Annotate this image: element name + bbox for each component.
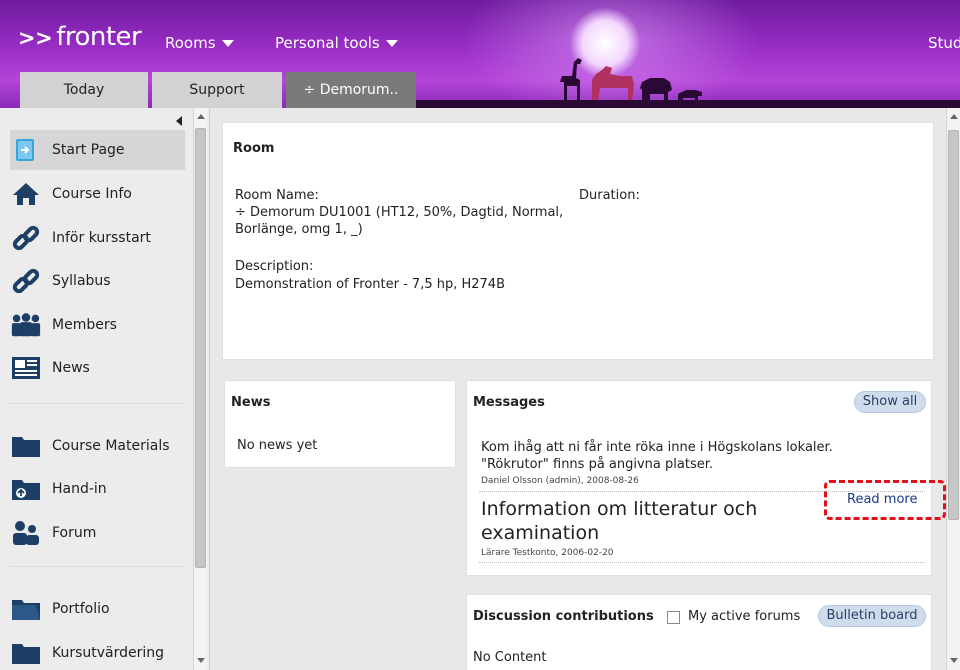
room-name-value: ÷ Demorum DU1001 (HT12, 50%, Dagtid, Nor…	[235, 205, 564, 220]
news-panel: News No news yet	[224, 380, 456, 468]
sidebar-item-forum[interactable]: Forum	[10, 513, 185, 553]
scrollbar-thumb[interactable]	[948, 130, 959, 520]
main-scrollbar[interactable]	[946, 108, 960, 670]
sidebar-item-portfolio[interactable]: Portfolio	[10, 589, 185, 629]
hand-in-folder-icon	[10, 474, 42, 504]
scrollbar-thumb[interactable]	[195, 128, 206, 568]
top-banner: >> fronter Rooms Personal tools Stud Toda…	[0, 0, 960, 108]
my-active-forums-label[interactable]: My active forums	[688, 608, 800, 625]
scroll-down-icon[interactable]	[197, 658, 205, 663]
fronter-logo[interactable]: >> fronter	[18, 22, 142, 52]
read-more-label[interactable]: Read more	[847, 492, 917, 507]
message-title[interactable]: Information om litteratur och	[481, 497, 757, 521]
link-icon	[10, 223, 42, 253]
sidebar-item-label: Kursutvärdering	[52, 645, 165, 661]
message-text: Kom ihåg att ni får inte röka inne i Hög…	[481, 440, 833, 455]
sidebar-item-course-info[interactable]: Course Info	[10, 174, 185, 214]
chevron-down-icon	[385, 40, 398, 47]
sidebar-item-label: Members	[52, 317, 117, 333]
sidebar-item-label: News	[52, 360, 90, 376]
news-empty-text: No news yet	[237, 438, 318, 453]
duration-label: Duration:	[579, 188, 640, 203]
link-icon	[10, 266, 42, 296]
tab-today[interactable]: Today	[20, 72, 148, 108]
sidebar-scrollbar[interactable]	[193, 108, 207, 670]
message-meta: Daniel Olsson (admin), 2008-08-26	[481, 476, 639, 486]
room-content: Room Room Name: Duration: ÷ Demorum DU10…	[210, 108, 960, 670]
room-sidebar: Start Page Course Info Inför kursstart S…	[0, 108, 210, 670]
panel-title: Room	[233, 141, 275, 156]
description-value: Demonstration of Fronter - 7,5 hp, H274B	[235, 277, 505, 292]
portfolio-folder-icon	[10, 594, 42, 624]
message-title-cont[interactable]: examination	[481, 521, 599, 545]
sidebar-item-label: Course Materials	[52, 438, 170, 454]
sidebar-item-label: Inför kursstart	[52, 230, 151, 246]
sidebar-item-members[interactable]: Members	[10, 305, 185, 345]
bulletin-board-button[interactable]: Bulletin board	[818, 605, 926, 627]
message-text-cont: "Rökrutor" finns på angivna platser.	[481, 457, 714, 472]
room-name-label: Room Name:	[235, 188, 319, 203]
my-active-forums-checkbox[interactable]	[667, 611, 680, 624]
scroll-up-icon[interactable]	[197, 114, 205, 119]
sidebar-item-label: Portfolio	[52, 601, 110, 617]
members-icon	[10, 310, 42, 340]
messages-panel: Messages Show all Kom ihåg att ni får in…	[466, 380, 932, 576]
room-info-panel: Room Room Name: Duration: ÷ Demorum DU10…	[222, 122, 934, 360]
tab-support[interactable]: Support	[152, 72, 282, 108]
sidebar-item-news[interactable]: News	[10, 348, 185, 388]
sidebar-item-label: Course Info	[52, 186, 132, 202]
collapse-sidebar-icon[interactable]	[176, 116, 182, 126]
read-more-link[interactable]: Read more	[824, 480, 946, 520]
sidebar-item-syllabus[interactable]: Syllabus	[10, 261, 185, 301]
panel-title: News	[231, 395, 271, 410]
message-divider	[479, 562, 925, 563]
personal-tools-menu[interactable]: Personal tools	[275, 34, 398, 52]
tab-demorum[interactable]: ÷ Demorum..	[286, 72, 416, 108]
folder-icon	[10, 638, 42, 668]
sidebar-divider	[10, 403, 185, 404]
user-menu[interactable]: Stud	[928, 34, 960, 52]
start-page-icon	[10, 135, 42, 165]
panel-title: Messages	[473, 395, 545, 410]
scroll-up-icon[interactable]	[950, 114, 958, 119]
message-meta: Lärare Testkonto, 2006-02-20	[481, 548, 614, 558]
forum-icon	[10, 518, 42, 548]
show-all-button[interactable]: Show all	[854, 391, 926, 413]
discussion-empty-text: No Content	[473, 650, 547, 665]
scroll-down-icon[interactable]	[950, 658, 958, 663]
sidebar-item-label: Syllabus	[52, 273, 111, 289]
sidebar-item-infor-kursstart[interactable]: Inför kursstart	[10, 218, 185, 258]
panel-title: Discussion contributions	[473, 609, 654, 624]
discussion-panel: Discussion contributions My active forum…	[466, 594, 932, 670]
description-label: Description:	[235, 259, 314, 274]
sidebar-item-label: Start Page	[52, 142, 125, 158]
animals-silhouette	[560, 58, 702, 102]
sidebar-item-label: Hand-in	[52, 481, 107, 497]
sidebar-divider	[10, 566, 185, 567]
sidebar-item-kursutvardering[interactable]: Kursutvärdering	[10, 633, 185, 670]
chevron-down-icon	[221, 40, 234, 47]
news-icon	[10, 353, 42, 383]
room-name-value-cont: Borlänge, omg 1, _)	[235, 222, 363, 237]
sidebar-item-label: Forum	[52, 525, 97, 541]
sidebar-item-start-page[interactable]: Start Page	[10, 130, 185, 170]
sidebar-item-hand-in[interactable]: Hand-in	[10, 469, 185, 509]
rooms-menu[interactable]: Rooms	[165, 34, 234, 52]
home-icon	[10, 179, 42, 209]
folder-icon	[10, 431, 42, 461]
sidebar-item-course-materials[interactable]: Course Materials	[10, 426, 185, 466]
